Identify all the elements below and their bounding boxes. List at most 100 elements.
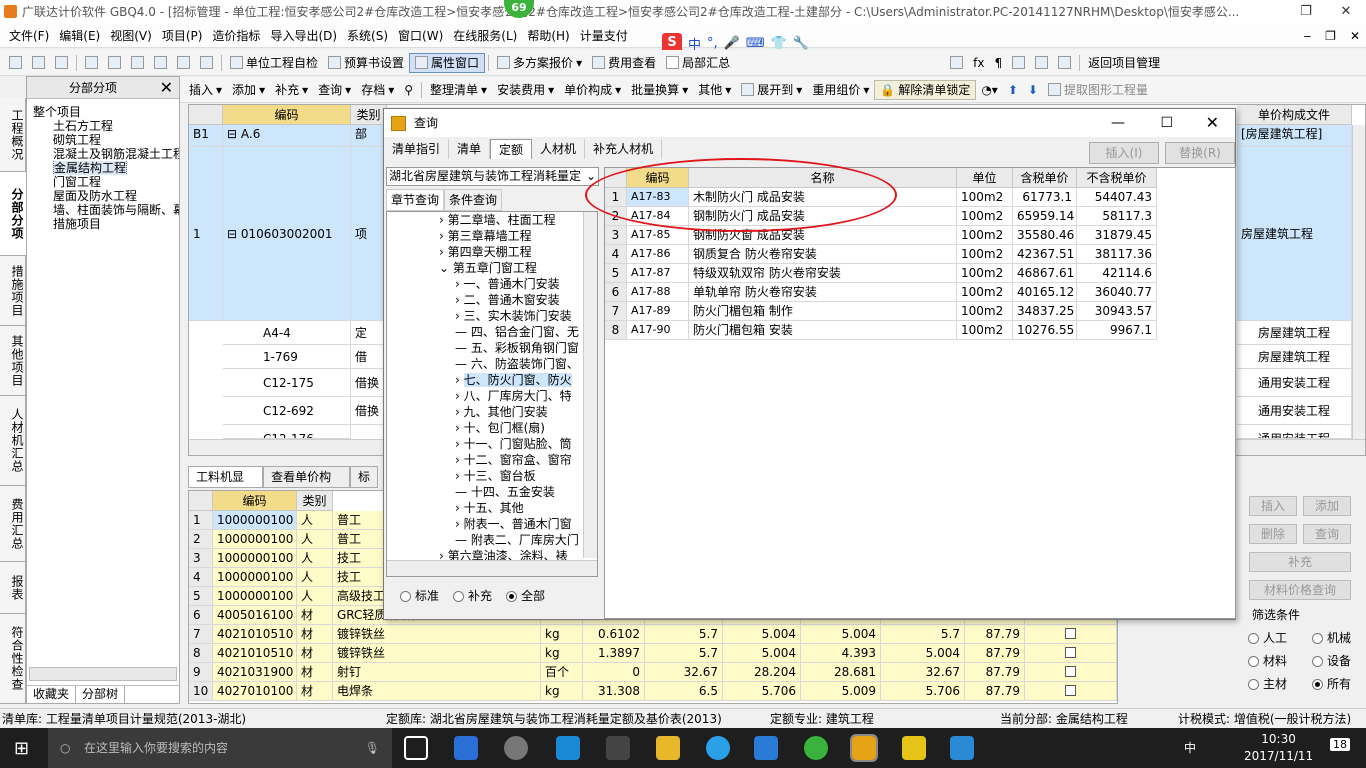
menu-edit[interactable]: 编辑(E) bbox=[54, 27, 105, 44]
calculator-icon[interactable] bbox=[945, 56, 968, 69]
tree-item[interactable]: 墙、柱面装饰与隔断、幕 bbox=[33, 203, 179, 217]
radio-all[interactable]: 全部 bbox=[506, 587, 545, 604]
cell-p1[interactable]: 65959.14 bbox=[1013, 207, 1077, 226]
insert-button[interactable]: 插入(I) bbox=[1089, 142, 1159, 164]
tab-list-guide[interactable]: 清单指引 bbox=[384, 139, 450, 159]
ime-punct[interactable]: °, bbox=[707, 36, 718, 51]
cell-p2[interactable]: 42114.6 bbox=[1077, 264, 1157, 283]
tab-standard[interactable]: 标 bbox=[349, 466, 378, 488]
cell-unit[interactable]: 100m2 bbox=[957, 321, 1013, 340]
menu-window[interactable]: 窗口(W) bbox=[393, 27, 448, 44]
col-unit[interactable]: 单位 bbox=[957, 168, 1013, 188]
col-type[interactable]: 类别 bbox=[297, 491, 333, 511]
cell-unit[interactable]: 百个 bbox=[541, 663, 583, 682]
row-code[interactable]: C12-692 bbox=[223, 397, 351, 425]
row-fee-file[interactable]: 房屋建筑工程 bbox=[1237, 345, 1352, 369]
cell-code[interactable]: 4021031900 bbox=[213, 663, 297, 682]
cell-p1[interactable]: 34837.25 bbox=[1013, 302, 1077, 321]
tree-hscrollbar[interactable] bbox=[387, 560, 597, 576]
cell-type[interactable]: 人 bbox=[297, 511, 333, 530]
col-tax-price[interactable]: 含税单价 bbox=[1013, 168, 1077, 188]
cell-type[interactable]: 人 bbox=[297, 549, 333, 568]
cell-p4[interactable]: 5.004 bbox=[881, 644, 965, 663]
cell-p2[interactable]: 38117.36 bbox=[1077, 245, 1157, 264]
main-vscrollbar[interactable] bbox=[1352, 125, 1365, 439]
chapter-item[interactable]: › 十二、窗帘盒、窗帘 bbox=[387, 452, 597, 468]
redo-icon[interactable] bbox=[195, 56, 218, 69]
tree-item[interactable]: 屋面及防水工程 bbox=[33, 189, 179, 203]
cell-name[interactable]: 电焊条 bbox=[333, 682, 541, 701]
cell-qty[interactable]: 0.6102 bbox=[583, 625, 645, 644]
layers-icon[interactable] bbox=[1030, 56, 1053, 69]
cell-unit[interactable]: 100m2 bbox=[957, 226, 1013, 245]
mdi-close-icon[interactable]: ✕ bbox=[1350, 29, 1360, 43]
cell-name[interactable]: 单轨单帘 防火卷帘安装 bbox=[689, 283, 957, 302]
add-button[interactable]: 添加 ▾ bbox=[227, 81, 270, 98]
chapter-item[interactable]: — 十四、五金安装 bbox=[387, 484, 597, 500]
row-code[interactable]: 1-769 bbox=[223, 345, 351, 369]
tree-item[interactable]: 砌筑工程 bbox=[33, 133, 179, 147]
cell-tax[interactable]: 87.79 bbox=[965, 663, 1025, 682]
undo-icon[interactable] bbox=[172, 56, 195, 69]
multi-scheme-button[interactable]: 多方案报价 ▾ bbox=[492, 54, 587, 71]
tab-supplement-materials[interactable]: 补充人材机 bbox=[585, 139, 663, 159]
chapter-item[interactable]: › 第四章天棚工程 bbox=[387, 244, 597, 260]
copy-icon[interactable] bbox=[103, 56, 126, 69]
explorer-icon[interactable] bbox=[656, 736, 680, 760]
chapter-item[interactable]: › 附表一、普通木门窗 bbox=[387, 516, 597, 532]
row-code[interactable]: ⊟ A.6 bbox=[223, 125, 351, 147]
cell-code[interactable]: 1000000100 bbox=[213, 568, 297, 587]
install-fee-button[interactable]: 安装费用 ▾ bbox=[492, 81, 559, 98]
menu-system[interactable]: 系统(S) bbox=[342, 27, 393, 44]
cell-p4[interactable]: 5.706 bbox=[881, 682, 965, 701]
quota-library-select[interactable]: 湖北省房屋建筑与装饰工程消耗量定 ⌄ bbox=[386, 167, 599, 186]
extract-quantity-button[interactable]: 提取图形工程量 bbox=[1043, 81, 1153, 98]
app-icon[interactable] bbox=[454, 736, 478, 760]
row-type[interactable]: 借 bbox=[351, 345, 387, 369]
row-type[interactable]: 借换 bbox=[351, 369, 387, 397]
filter-main-material[interactable]: 主材 bbox=[1248, 675, 1312, 692]
cut-icon[interactable] bbox=[80, 56, 103, 69]
supplement-button[interactable]: 补充 bbox=[1249, 552, 1351, 572]
cell-tax[interactable]: 87.79 bbox=[965, 644, 1025, 663]
return-project-button[interactable]: 返回项目管理 bbox=[1083, 54, 1165, 71]
cell-p1[interactable]: 40165.12 bbox=[1013, 283, 1077, 302]
filter-all[interactable]: 所有 bbox=[1312, 675, 1366, 692]
formula-icon[interactable]: fx bbox=[968, 56, 989, 70]
cell-code[interactable]: 4021010510 bbox=[213, 644, 297, 663]
cell-name[interactable]: 镀锌铁丝 bbox=[333, 625, 541, 644]
mdi-minimize-icon[interactable]: ‒ bbox=[1304, 29, 1312, 43]
start-icon[interactable]: ⊞ bbox=[14, 738, 29, 759]
col-fee-file[interactable]: 单价构成文件 bbox=[1237, 105, 1352, 125]
chapter-item[interactable]: › 九、其他门安装 bbox=[387, 404, 597, 420]
chapter-item[interactable]: — 四、铝合金门窗、无 bbox=[387, 324, 597, 340]
cell-qty[interactable]: 31.308 bbox=[583, 682, 645, 701]
up-arrow-icon[interactable]: ⬆ bbox=[1003, 83, 1023, 97]
cell-type[interactable]: 人 bbox=[297, 530, 333, 549]
tab-favorites[interactable]: 收藏夹 bbox=[27, 686, 77, 703]
other-button[interactable]: 其他 ▾ bbox=[693, 81, 736, 98]
fee-view-button[interactable]: 费用查看 bbox=[587, 54, 661, 71]
ime-keyboard-icon[interactable]: ⌨ bbox=[746, 36, 765, 51]
mdi-restore-icon[interactable]: ❐ bbox=[1325, 29, 1336, 43]
cell-p1[interactable]: 5.7 bbox=[645, 625, 723, 644]
notification-badge[interactable]: 18 bbox=[1330, 738, 1350, 751]
filter-equipment[interactable]: 设备 bbox=[1312, 652, 1366, 669]
cell-qty[interactable]: 0 bbox=[583, 663, 645, 682]
chapter-item[interactable]: › 三、实木装饰门安装 bbox=[387, 308, 597, 324]
cell-p1[interactable]: 46867.61 bbox=[1013, 264, 1077, 283]
cell-type[interactable]: 材 bbox=[297, 606, 333, 625]
property-window-button[interactable]: 属性窗口 bbox=[409, 52, 486, 73]
col-code[interactable]: 编码 bbox=[213, 491, 297, 511]
tree-item[interactable]: 措施项目 bbox=[33, 217, 179, 231]
cell-code[interactable]: A17-87 bbox=[627, 264, 689, 283]
cell-code[interactable]: 1000000100 bbox=[213, 511, 297, 530]
menu-cost-index[interactable]: 造价指标 bbox=[207, 27, 265, 44]
menu-project[interactable]: 项目(P) bbox=[157, 27, 208, 44]
row-checkbox[interactable] bbox=[1025, 625, 1117, 644]
paste-icon[interactable] bbox=[126, 56, 149, 69]
cell-p2[interactable]: 9967.1 bbox=[1077, 321, 1157, 340]
unlock-list-button[interactable]: 🔒 解除清单锁定 bbox=[874, 79, 977, 100]
app-icon[interactable] bbox=[950, 736, 974, 760]
chapter-item[interactable]: ⌄ 第五章门窗工程 bbox=[387, 260, 597, 276]
